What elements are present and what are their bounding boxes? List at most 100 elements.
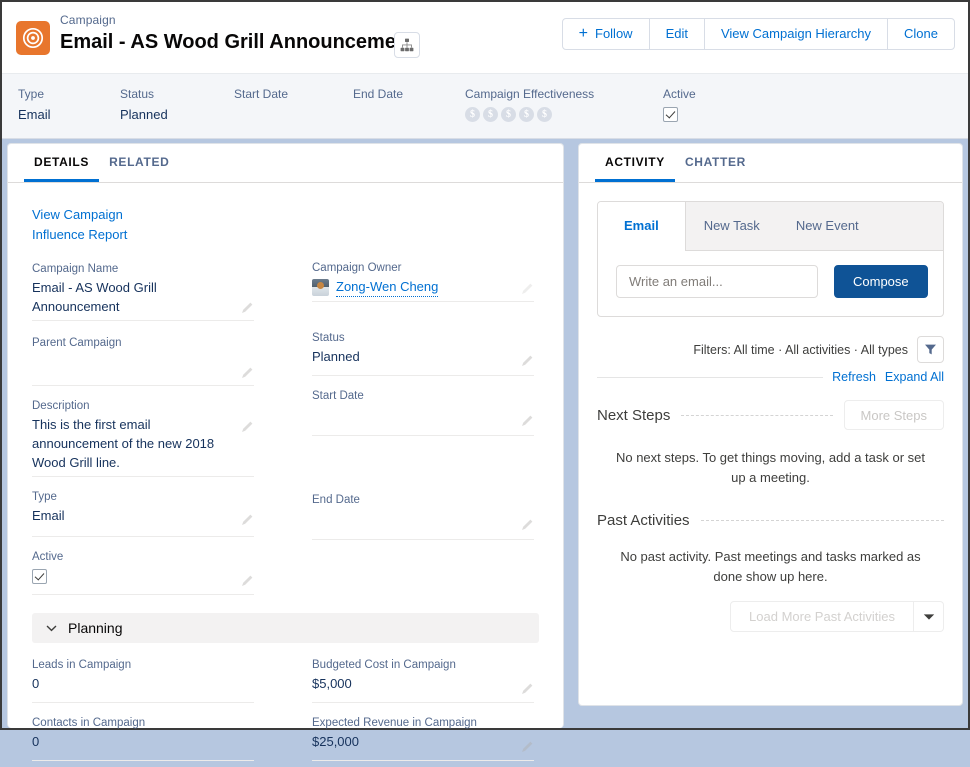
divider [681,415,832,416]
field-label: Start Date [312,388,534,405]
view-campaign-hierarchy-button[interactable]: View Campaign Hierarchy [704,18,888,50]
next-steps-header: Next Steps More Steps [597,400,944,430]
hierarchy-button[interactable] [394,32,420,58]
past-activities-empty-message: No past activity. Past meetings and task… [597,529,944,587]
caret-down-icon [923,613,935,621]
edit-pencil-icon[interactable] [521,282,534,295]
rating-coin-icon: $ [537,107,552,122]
tab-details[interactable]: Details [24,144,99,182]
activity-body: Email New Task New Event Compose Filters… [579,183,962,632]
plus-icon: + [579,26,588,42]
highlight-label: Status [120,86,168,102]
edit-pencil-icon[interactable] [241,366,254,379]
details-tabs: Details Related [8,144,563,183]
details-body: View Campaign Influence Report Campaign … [8,183,563,767]
load-more-caret-button[interactable] [914,601,944,632]
next-steps-title: Next Steps [597,407,670,424]
tab-activity[interactable]: Activity [595,144,675,182]
edit-pencil-icon[interactable] [521,414,534,427]
field-label: Campaign Name [32,261,254,278]
field-value: Zong-Wen Cheng [312,277,534,297]
page-title: Email - AS Wood Grill Announcement [60,29,415,56]
field-label: Description [32,398,254,415]
divider [701,520,944,521]
compose-button[interactable]: Compose [834,265,928,298]
highlight-value: Planned [120,105,168,125]
view-campaign-influence-report-link[interactable]: View Campaign Influence Report [32,205,157,245]
edit-pencil-icon[interactable] [241,513,254,526]
field-value: This is the first email announcement of … [32,415,254,472]
planning-field-columns: Leads in Campaign 0 Contacts in Campaign… [32,657,539,767]
past-activities-title: Past Activities [597,512,690,529]
field-parent-campaign: Parent Campaign [32,333,254,386]
activity-links-row: Refresh Expand All [597,370,944,384]
avatar [312,279,329,296]
composer-tab-new-task[interactable]: New Task [686,202,778,250]
planning-column-right: Budgeted Cost in Campaign $5,000 Expecte… [312,657,534,767]
field-campaign-name: Campaign Name Email - AS Wood Grill Anno… [32,261,254,321]
load-more-past-activities-button[interactable]: Load More Past Activities [730,601,914,632]
field-label: Active [32,549,254,566]
edit-button[interactable]: Edit [649,18,705,50]
effectiveness-rating: $ $ $ $ $ [465,107,594,122]
field-end-date: End Date [312,492,534,540]
campaign-target-icon [16,21,50,55]
composer-tab-email[interactable]: Email [598,202,686,251]
composer-tabs: Email New Task New Event [598,202,943,251]
active-field-checkbox [32,569,47,584]
highlight-label: Type [18,86,51,102]
follow-button[interactable]: + Follow [562,18,650,50]
field-value: 0 [32,674,254,698]
tab-chatter[interactable]: Chatter [675,144,756,182]
next-steps-empty-message: No next steps. To get things moving, add… [597,430,944,488]
field-value [312,405,534,431]
filter-funnel-icon [924,343,937,356]
details-field-columns: Campaign Name Email - AS Wood Grill Anno… [32,261,539,607]
rating-coin-icon: $ [501,107,516,122]
object-type-label: Campaign [60,12,415,28]
edit-pencil-icon[interactable] [521,354,534,367]
field-active: Active [32,549,254,595]
field-label: Expected Revenue in Campaign [312,715,534,732]
record-title-block: Campaign Email - AS Wood Grill Announcem… [60,12,415,56]
field-label: Parent Campaign [32,335,254,352]
highlight-label: Active [663,86,696,102]
edit-pencil-icon[interactable] [241,574,254,587]
field-value: Email - AS Wood Grill Announcement [32,278,254,316]
planning-section-header[interactable]: Planning [32,613,539,643]
divider [597,377,823,378]
details-column-right: Campaign Owner Zong-Wen Cheng Status Pla… [312,261,534,607]
active-checkbox [663,107,678,122]
refresh-link[interactable]: Refresh [832,370,876,384]
field-start-date: Start Date [312,388,534,436]
edit-pencil-icon[interactable] [521,682,534,695]
record-header: Campaign Email - AS Wood Grill Announcem… [2,2,968,139]
field-label: End Date [312,492,534,509]
main-content: Details Related View Campaign Influence … [2,140,968,728]
edit-pencil-icon[interactable] [241,420,254,433]
email-input[interactable] [616,265,818,298]
activity-tabs: Activity Chatter [579,144,962,183]
highlight-value: Email [18,105,51,125]
composer-tab-new-event[interactable]: New Event [778,202,877,250]
rating-coin-icon: $ [483,107,498,122]
field-value: Email [32,506,254,532]
clone-button[interactable]: Clone [887,18,955,50]
planning-column-left: Leads in Campaign 0 Contacts in Campaign… [32,657,254,767]
edit-pencil-icon[interactable] [521,518,534,531]
filter-button[interactable] [917,336,944,363]
tab-related[interactable]: Related [99,144,179,182]
highlight-field-start-date: Start Date [234,86,288,105]
highlights-fields: Type Email Status Planned Start Date End… [2,74,968,138]
activity-filters-row: Filters: All time · All activities · All… [597,336,944,363]
highlight-label: Campaign Effectiveness [465,86,594,102]
edit-pencil-icon[interactable] [241,301,254,314]
field-value: $5,000 [312,674,534,698]
highlight-label: End Date [353,86,403,102]
expand-all-link[interactable]: Expand All [885,370,944,384]
more-steps-button[interactable]: More Steps [844,400,944,430]
rating-coin-icon: $ [465,107,480,122]
campaign-owner-link[interactable]: Zong-Wen Cheng [336,277,438,297]
field-value: $25,000 [312,732,534,756]
edit-pencil-icon[interactable] [521,740,534,753]
